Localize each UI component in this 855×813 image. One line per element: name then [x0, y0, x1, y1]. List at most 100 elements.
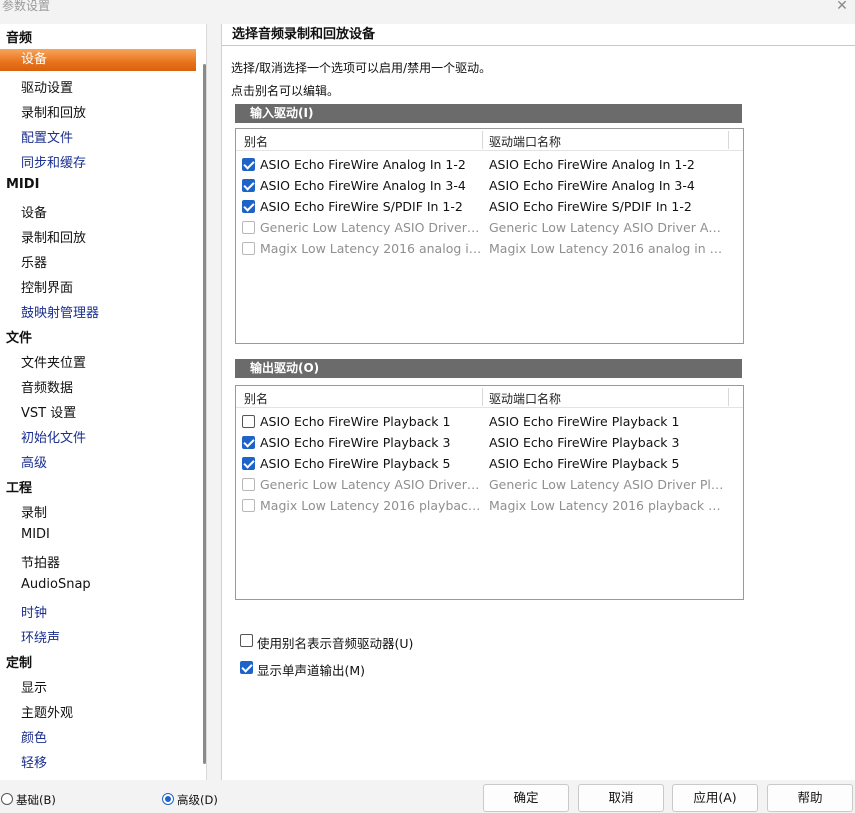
apply-button[interactable]: 应用(A): [672, 784, 758, 812]
tree-item[interactable]: VST 设置: [21, 402, 76, 421]
list-header: 别名 驱动端口名称: [236, 386, 743, 408]
tree-item[interactable]: 时钟: [21, 602, 47, 621]
driver-alias[interactable]: Generic Low Latency ASIO Driver Pla...: [260, 477, 482, 492]
intro-hint: 点击别名可以编辑。: [231, 84, 340, 98]
driver-alias[interactable]: ASIO Echo FireWire Analog In 3-4: [260, 178, 482, 193]
ok-button[interactable]: 确定: [483, 784, 569, 812]
tree-item[interactable]: 颜色: [21, 727, 47, 746]
driver-row[interactable]: ASIO Echo FireWire Analog In 1-2 ASIO Ech…: [236, 155, 743, 176]
tree-item[interactable]: 初始化文件: [21, 427, 86, 446]
tree-item[interactable]: MIDI: [21, 527, 50, 542]
column-divider[interactable]: [482, 131, 483, 149]
use-alias-label: 使用别名表示音频驱动器(U): [257, 636, 414, 651]
settings-panel: 选择音频录制和回放设备 选择/取消选择一个选项可以启用/禁用一个驱动。 点击别名…: [221, 24, 855, 780]
tree-category[interactable]: MIDI: [6, 177, 39, 192]
driver-row[interactable]: Magix Low Latency 2016 analog in 1... Mag…: [236, 239, 743, 260]
basic-mode-label[interactable]: 基础(B): [16, 792, 56, 808]
driver-row[interactable]: Generic Low Latency ASIO Driver An... Gen…: [236, 218, 743, 239]
driver-port-name: ASIO Echo FireWire S/PDIF In 1-2: [489, 199, 692, 214]
column-port-name[interactable]: 驱动端口名称: [489, 390, 561, 407]
driver-alias[interactable]: Magix Low Latency 2016 playback 1...: [260, 498, 482, 513]
dialog-footer: 基础(B) 高级(D) 确定 取消 应用(A) 帮助: [0, 780, 855, 813]
panel-title: 选择音频录制和回放设备: [222, 24, 855, 46]
tree-item[interactable]: 设备: [0, 49, 196, 71]
driver-alias[interactable]: ASIO Echo FireWire Playback 5: [260, 456, 482, 471]
tree-item[interactable]: 高级: [21, 452, 47, 471]
driver-alias[interactable]: ASIO Echo FireWire S/PDIF In 1-2: [260, 199, 482, 214]
driver-checkbox[interactable]: [242, 179, 255, 192]
preferences-tree: 音频 设备 驱动设置 录制和回放 配置文件 同步和缓存 MIDI 设备 录制和回放 乐器 控制界面鼓…: [0, 24, 207, 780]
use-alias-checkbox[interactable]: [240, 634, 253, 647]
tree-item[interactable]: AudioSnap: [21, 577, 91, 592]
column-divider[interactable]: [728, 131, 729, 149]
tree-item[interactable]: 录制: [21, 502, 47, 521]
tree-category[interactable]: 文件: [6, 327, 32, 346]
tree-item[interactable]: 节拍器: [21, 552, 60, 571]
show-mono-checkbox[interactable]: [240, 661, 253, 674]
driver-alias[interactable]: ASIO Echo FireWire Playback 1: [260, 414, 482, 429]
output-drivers-list[interactable]: 别名 驱动端口名称 ASIO Echo FireWire Playback 1A…: [235, 385, 744, 600]
column-divider[interactable]: [482, 388, 483, 406]
help-button[interactable]: 帮助: [767, 784, 853, 812]
driver-row[interactable]: Generic Low Latency ASIO Driver Pla... Ge…: [236, 475, 743, 496]
driver-row[interactable]: ASIO Echo FireWire Playback 3 ASIO Echo F…: [236, 433, 743, 454]
basic-mode-radio[interactable]: [1, 793, 13, 805]
driver-checkbox[interactable]: [242, 221, 255, 234]
tree-item[interactable]: 文件夹位置: [21, 352, 86, 371]
driver-alias[interactable]: Generic Low Latency ASIO Driver An...: [260, 220, 482, 235]
driver-checkbox[interactable]: [242, 436, 255, 449]
tree-item[interactable]: 配置文件: [21, 127, 73, 146]
driver-checkbox[interactable]: [242, 158, 255, 171]
tree-category[interactable]: 定制: [6, 652, 32, 671]
driver-port-name: Magix Low Latency 2016 analog in 1-2 1: [489, 241, 727, 256]
input-drivers-list[interactable]: 别名 驱动端口名称 ASIO Echo FireWire Analog In 1…: [235, 128, 744, 344]
driver-checkbox[interactable]: [242, 499, 255, 512]
close-icon[interactable]: ✕: [833, 0, 851, 15]
driver-alias[interactable]: Magix Low Latency 2016 analog in 1...: [260, 241, 482, 256]
column-port-name[interactable]: 驱动端口名称: [489, 133, 561, 150]
tree-item[interactable]: 显示: [21, 677, 47, 696]
driver-checkbox[interactable]: [242, 415, 255, 428]
driver-checkbox[interactable]: [242, 457, 255, 470]
tree-item[interactable]: 主题外观: [21, 702, 73, 721]
driver-row[interactable]: ASIO Echo FireWire S/PDIF In 1-2 ASIO Ech…: [236, 197, 743, 218]
tree-item[interactable]: 录制和回放: [21, 102, 86, 121]
tree-item[interactable]: 驱动设置: [21, 77, 73, 96]
tree-item[interactable]: 乐器: [21, 252, 47, 271]
driver-checkbox[interactable]: [242, 200, 255, 213]
window-title: 参数设置: [2, 0, 51, 13]
title-bar: 参数设置 ✕: [0, 0, 855, 16]
tree-item[interactable]: 录制和回放: [21, 227, 86, 246]
driver-checkbox[interactable]: [242, 242, 255, 255]
tree-item[interactable]: 音频数据: [21, 377, 73, 396]
column-divider[interactable]: [728, 388, 729, 406]
tree-scrollbar[interactable]: [203, 64, 206, 764]
advanced-mode-radio[interactable]: [162, 793, 174, 805]
column-alias[interactable]: 别名: [244, 390, 268, 407]
tree-item[interactable]: 设备: [21, 202, 47, 221]
driver-port-name: ASIO Echo FireWire Analog In 3-4: [489, 178, 695, 193]
driver-port-name: Generic Low Latency ASIO Driver Anal...: [489, 220, 727, 235]
driver-row[interactable]: ASIO Echo FireWire Analog In 3-4 ASIO Ech…: [236, 176, 743, 197]
driver-row[interactable]: ASIO Echo FireWire Playback 1 ASIO Echo F…: [236, 412, 743, 433]
driver-checkbox[interactable]: [242, 478, 255, 491]
cancel-button[interactable]: 取消: [578, 784, 664, 812]
tree-item[interactable]: 鼓映射管理器: [21, 302, 99, 321]
driver-row[interactable]: ASIO Echo FireWire Playback 5 ASIO Echo F…: [236, 454, 743, 475]
tree-item[interactable]: 同步和缓存: [21, 152, 86, 171]
driver-alias[interactable]: ASIO Echo FireWire Playback 3: [260, 435, 482, 450]
tree-category[interactable]: 音频: [6, 27, 32, 46]
tree-category[interactable]: 工程: [6, 477, 32, 496]
driver-port-name: ASIO Echo FireWire Playback 3: [489, 435, 680, 450]
driver-alias[interactable]: ASIO Echo FireWire Analog In 1-2: [260, 157, 482, 172]
advanced-mode-label[interactable]: 高级(D): [177, 792, 218, 808]
tree-item[interactable]: 控制界面: [21, 277, 73, 296]
driver-port-name: ASIO Echo FireWire Playback 1: [489, 414, 680, 429]
input-drivers-header: 输入驱动(I): [235, 104, 742, 123]
show-mono-label: 显示单声道输出(M): [257, 663, 366, 678]
tree-item[interactable]: 轻移: [21, 752, 47, 771]
driver-row[interactable]: Magix Low Latency 2016 playback 1... Magi…: [236, 496, 743, 517]
column-alias[interactable]: 别名: [244, 133, 268, 150]
list-header: 别名 驱动端口名称: [236, 129, 743, 151]
tree-item[interactable]: 环绕声: [21, 627, 60, 646]
